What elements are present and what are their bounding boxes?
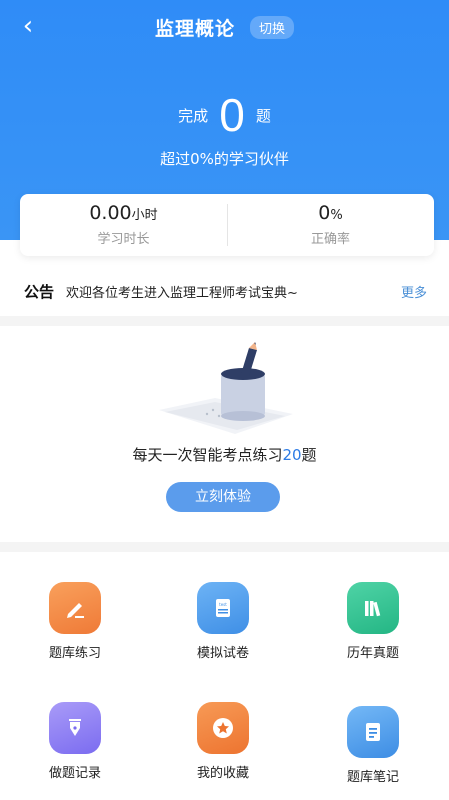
beat-percentage-text: 超过0%的学习伙伴 [160, 150, 289, 168]
practice-description: 每天一次智能考点练习20题 [0, 444, 449, 465]
star-icon [197, 702, 249, 754]
accuracy-value: 0 [318, 202, 331, 224]
feature-grid: 题库练习 test 模拟试卷 历年真题 做题记录 我的收藏 题库笔记 [0, 560, 449, 800]
title-bar: 监理概论 切换 [0, 14, 449, 41]
daily-practice-section: 每天一次智能考点练习20题 立刻体验 [0, 328, 449, 540]
done-prefix: 完成 [178, 107, 209, 125]
study-time-unit: 小时 [131, 208, 158, 223]
practice-desc-prefix: 每天一次智能考点练习 [132, 446, 283, 464]
feature-label: 题库笔记 [346, 770, 399, 785]
books-icon [347, 582, 399, 634]
feature-past-papers[interactable]: 历年真题 [298, 582, 448, 661]
feature-label: 做题记录 [48, 766, 101, 781]
feature-label: 模拟试卷 [196, 646, 249, 661]
accuracy-unit: % [330, 208, 343, 223]
switch-button[interactable]: 切换 [250, 16, 295, 39]
feature-question-bank[interactable]: 题库练习 [0, 582, 150, 661]
fountain-pen-icon [49, 702, 101, 754]
feature-label: 我的收藏 [196, 766, 249, 781]
study-time-value: 0.00 [89, 202, 132, 224]
feature-notes[interactable]: 题库笔记 [298, 706, 448, 785]
section-divider [0, 316, 449, 326]
section-divider [0, 542, 449, 552]
feature-practice-record[interactable]: 做题记录 [0, 702, 150, 781]
done-suffix: 题 [255, 107, 271, 125]
stats-card: 0.00小时 学习时长 0% 正确率 [20, 194, 434, 256]
notice-tag: 公告 [24, 282, 55, 301]
feature-label: 题库练习 [48, 646, 101, 661]
notice-bar[interactable]: 公告 欢迎各位考生进入监理工程师考试宝典~ 更多 [0, 270, 449, 312]
feature-favorites[interactable]: 我的收藏 [148, 702, 298, 781]
study-time-label: 学习时长 [97, 232, 150, 247]
feature-label: 历年真题 [346, 646, 399, 661]
done-count: 0 [219, 89, 245, 141]
completed-summary: 完成 0 题 [0, 88, 449, 142]
accuracy-stat: 0% 正确率 [227, 194, 434, 256]
practice-desc-suffix: 题 [301, 446, 317, 464]
test-paper-icon: test [197, 582, 249, 634]
more-link[interactable]: 更多 [401, 282, 427, 301]
feature-mock-exam[interactable]: test 模拟试卷 [148, 582, 298, 661]
page-title: 监理概论 [154, 18, 235, 40]
note-icon [347, 706, 399, 758]
try-now-button[interactable]: 立刻体验 [166, 482, 280, 512]
pencil-cup-illustration [159, 342, 293, 434]
notice-message[interactable]: 欢迎各位考生进入监理工程师考试宝典~ [66, 282, 401, 301]
practice-count: 20 [282, 446, 302, 464]
svg-text:test: test [219, 602, 227, 607]
accuracy-label: 正确率 [310, 232, 350, 247]
pencil-icon [49, 582, 101, 634]
study-time-stat: 0.00小时 学习时长 [20, 194, 227, 256]
